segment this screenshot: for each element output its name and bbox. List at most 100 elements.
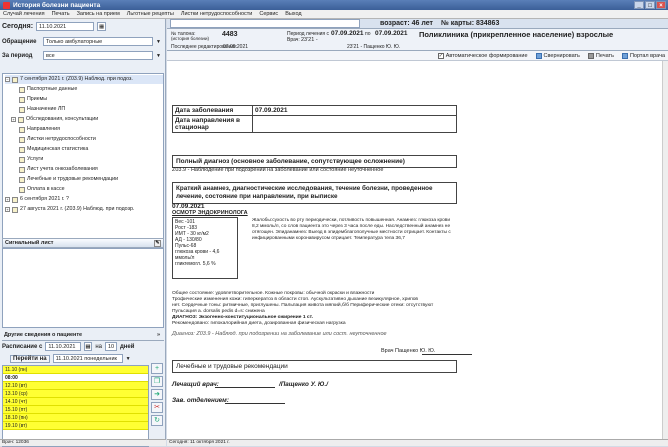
menu-sick-leave[interactable]: Листки нетрудоспособности: [181, 11, 252, 17]
chevron-down-icon[interactable]: ▼: [156, 53, 161, 59]
menu-service[interactable]: Сервис: [259, 11, 278, 17]
print-button[interactable]: Печать: [587, 52, 614, 59]
arrow-icon[interactable]: ➜: [151, 389, 163, 400]
schedule-days-field[interactable]: 10: [104, 342, 117, 351]
left-panel: Сегодня: 11.10.2021 ▦ Обращение Только а…: [0, 19, 166, 447]
signal-list-header[interactable]: Сигнальный лист ✎: [2, 238, 164, 248]
schedule-range-row: Расписание с 11.10.2021 ▦ на 10 дней: [2, 342, 134, 351]
today-label: Сегодня:: [2, 23, 34, 30]
document-icon: [19, 126, 25, 133]
schedule-day-row[interactable]: 19.10 (вт): [3, 422, 148, 430]
tree-item-sick-leave[interactable]: Листки нетрудоспособности: [19, 135, 96, 144]
tree-item-case-aug27[interactable]: +27 августа 2021 г. (Z03.9) Наблюд. при …: [5, 205, 134, 214]
tree-item-services[interactable]: Услуги: [19, 155, 43, 164]
collapse-icon: [535, 52, 542, 59]
close-button[interactable]: ×: [656, 1, 666, 9]
menu-case[interactable]: Случай лечения: [3, 11, 45, 17]
menu-print[interactable]: Печать: [52, 11, 70, 17]
schedule-on-label: на: [95, 343, 102, 350]
expand-icon[interactable]: +: [5, 197, 10, 202]
today-date-field[interactable]: 11.10.2021: [36, 22, 95, 31]
calendar-icon[interactable]: ▦: [97, 22, 107, 31]
tree-item-case-sep7[interactable]: −7 сентября 2021 г. (Z03.9) Наблюд. при …: [5, 75, 163, 84]
expand-icon[interactable]: +: [11, 117, 16, 122]
head-sign-line: [225, 403, 285, 404]
referral-date-label: Дата направления в стационар: [172, 115, 253, 133]
schedule-day-row[interactable]: 11.10 (пн): [3, 366, 148, 374]
coupon-sub: (история болезни): [171, 36, 210, 41]
tree-item-case-sep6[interactable]: +6 сентября 2021 г. ?: [5, 195, 69, 204]
document-icon: [19, 156, 25, 163]
tree-item-exams[interactable]: + Обследования, консультации: [11, 115, 98, 124]
tree-item-payment[interactable]: Оплата в кассе: [19, 185, 65, 194]
tree-item-referrals[interactable]: Направления: [19, 125, 60, 134]
chevron-down-icon[interactable]: ▼: [126, 356, 131, 362]
portal-button[interactable]: Портал врача: [621, 52, 665, 59]
schedule-day-row[interactable]: 12.10 (вт): [3, 382, 148, 390]
maximize-button[interactable]: □: [645, 1, 655, 9]
tree-item-passport[interactable]: Паспортные данные: [19, 85, 77, 94]
minimize-button[interactable]: _: [634, 1, 644, 9]
goto-date-select[interactable]: 11.10.2021 понедельник: [52, 354, 123, 363]
refresh-icon[interactable]: ↻: [151, 415, 163, 426]
document-icon: [19, 136, 25, 143]
disease-date-label: Дата заболевания: [172, 105, 253, 116]
window-titlebar: История болезни пациента _ □ ×: [0, 0, 668, 10]
diagnosis-text[interactable]: Z03.9 - Наблюдение при подозрении на заб…: [172, 167, 383, 173]
folder-icon: [18, 116, 24, 123]
chevron-down-icon[interactable]: ▼: [156, 39, 161, 45]
collapse-button[interactable]: Свернировать: [535, 52, 580, 59]
schedule-slot-row[interactable]: 08:00: [3, 374, 148, 382]
checkbox-icon[interactable]: ✓: [437, 52, 444, 59]
tree-item-drugs[interactable]: Назначение ЛП: [19, 105, 65, 114]
document-icon: [19, 166, 25, 173]
schedule-day-row[interactable]: 13.10 (ср): [3, 390, 148, 398]
patient-card: № карты: 834863: [440, 20, 500, 27]
schedule-day-row[interactable]: 14.10 (чт): [3, 398, 148, 406]
calendar-icon[interactable]: ▦: [84, 342, 93, 351]
filter-select[interactable]: Только амбулаторные: [43, 37, 153, 46]
goto-button[interactable]: Перейти на: [10, 354, 50, 363]
tree-item-visits[interactable]: Приемы: [19, 95, 47, 104]
document-scrollbar[interactable]: [662, 61, 668, 439]
menu-appointment[interactable]: Запись на прием: [77, 11, 120, 17]
auto-form-checkbox[interactable]: ✓ Автоматическое формирование: [437, 52, 528, 59]
attending-sign-line: [215, 387, 275, 388]
menu-prescriptions[interactable]: Льготные рецепты: [127, 11, 174, 17]
copy-icon[interactable]: ❐: [151, 376, 163, 387]
window-title: История болезни пациента: [13, 1, 101, 9]
endocrine-measurements[interactable]: Вес -101 Рост -183 ИМТ - 30 кг/м2 АД - 130/…: [172, 217, 238, 279]
tree-item-statistics[interactable]: Медицинская статистика: [19, 145, 88, 154]
clinic-name: Поликлиника (прикрепленное население) вз…: [419, 30, 614, 39]
patient-name-field: [170, 19, 360, 28]
status-line-3: нет. Сердечные тоны: ритмичные, приглуше…: [172, 303, 434, 308]
schedule-actions: + ❐ ➜ ✂ ↻: [151, 363, 164, 428]
schedule-day-row[interactable]: 15.10 (пт): [3, 406, 148, 414]
collapse-icon[interactable]: −: [5, 77, 10, 82]
expand-icon[interactable]: +: [5, 207, 10, 212]
menu-exit[interactable]: Выход: [285, 11, 301, 17]
complaints-text[interactable]: Жалобы:сухость во рту периодически, потл…: [252, 218, 452, 242]
referral-date-value[interactable]: [252, 115, 457, 133]
other-info-header[interactable]: Другие сведения о пациенте»: [2, 331, 164, 341]
schedule-from-field[interactable]: 11.10.2021: [45, 342, 82, 351]
recommendations-line: [172, 372, 457, 373]
portal-icon: [621, 52, 628, 59]
collapse-icon[interactable]: »: [157, 331, 160, 340]
status-left: Врач: 12036: [0, 439, 166, 446]
period-select[interactable]: все: [43, 51, 153, 60]
period-to: 07.09.2021: [375, 30, 408, 37]
exam-title: ОСМОТР ЭНДОКРИНОЛОГА: [172, 210, 248, 216]
add-icon[interactable]: +: [151, 363, 163, 374]
schedule-day-row[interactable]: 18.10 (пн): [3, 414, 148, 422]
tree-item-recommendations[interactable]: Лечебные и трудовые рекомендации: [19, 175, 118, 184]
document-icon: [19, 96, 25, 103]
disease-date-value[interactable]: 07.09.2021: [252, 105, 457, 116]
tree-item-onco[interactable]: Лист учета онкозаболевания: [19, 165, 98, 174]
window-controls: _ □ ×: [634, 1, 668, 9]
attending-name: /Пащенко У. Ю./: [279, 381, 328, 388]
status-line-5: ДИАГНОЗ: Экзогенно-конституциональное ож…: [172, 315, 313, 320]
schedule-label: Расписание с: [2, 343, 43, 350]
edit-icon[interactable]: ✎: [154, 240, 161, 247]
cut-icon[interactable]: ✂: [151, 402, 163, 413]
